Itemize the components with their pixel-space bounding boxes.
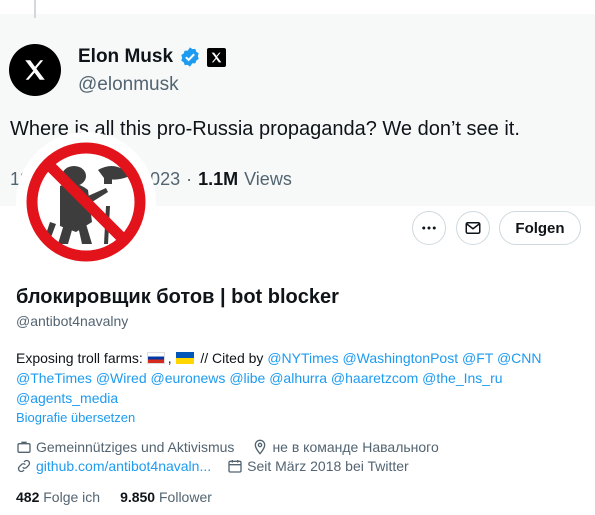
location-icon: [255, 439, 266, 455]
message-button[interactable]: [456, 211, 490, 245]
profile-category: Gemeinnütziges und Aktivismus: [36, 439, 235, 455]
mention-link[interactable]: @CNN: [497, 350, 542, 366]
link-icon: [17, 459, 31, 473]
profile-bio: Exposing troll farms: , // Cited by @NYT…: [16, 350, 542, 406]
russia-flag-icon: [146, 352, 165, 364]
calendar-icon: [228, 460, 242, 473]
bio-cited: // Cited by: [200, 350, 264, 366]
profile-joined: Seit März 2018 bei Twitter: [247, 458, 409, 474]
mention-link[interactable]: @haaretzcom: [331, 370, 418, 386]
mention-link[interactable]: @agents_media: [16, 390, 118, 406]
profile-info-row-1: Gemeinnütziges und Aktivismus не в коман…: [16, 439, 439, 455]
following-label: Folge ich: [43, 489, 101, 505]
followers-stat[interactable]: 9.850 Follower: [120, 489, 212, 505]
mention-link[interactable]: @the_Ins_ru: [422, 370, 502, 386]
mention-link[interactable]: @FT: [462, 350, 493, 366]
ukraine-flag-icon: [175, 352, 194, 364]
following-count: 482: [16, 489, 40, 505]
more-icon: [422, 226, 436, 230]
author-handle[interactable]: @elonmusk: [78, 74, 179, 96]
x-logo-icon: [25, 60, 45, 80]
separator: ·: [186, 169, 193, 189]
author-name-row: Elon Musk: [78, 46, 227, 68]
profile-handle: @antibot4navalny: [16, 313, 129, 329]
profile-location: не в команде Навального: [272, 439, 439, 455]
thread-line: [34, 0, 36, 18]
profile-info-row-2: github.com/antibot4navaln... Seit März 2…: [16, 458, 409, 474]
mention-link[interactable]: @NYTimes: [267, 350, 338, 366]
mention-link[interactable]: @alhurra: [269, 370, 327, 386]
author-avatar[interactable]: [9, 44, 61, 96]
no-troll-icon: [26, 142, 146, 262]
followers-count: 9.850: [120, 489, 156, 505]
follow-button[interactable]: Folgen: [499, 211, 581, 245]
profile-website[interactable]: github.com/antibot4navaln...: [36, 458, 211, 474]
views-count: 1.1M: [198, 169, 239, 189]
mail-icon: [465, 222, 481, 234]
more-button[interactable]: [412, 211, 446, 245]
followers-label: Follower: [159, 489, 212, 505]
mention-link[interactable]: @WashingtonPost: [342, 350, 458, 366]
following-stat[interactable]: 482 Folge ich: [16, 489, 100, 505]
mention-link[interactable]: @TheTimes: [16, 370, 92, 386]
bio-prefix: Exposing troll farms:: [16, 350, 143, 366]
profile-stats: 482 Folge ich 9.850 Follower: [16, 489, 212, 505]
briefcase-icon: [17, 441, 31, 453]
x-badge-icon: [207, 47, 227, 67]
profile-avatar[interactable]: [16, 132, 156, 272]
translate-bio-link[interactable]: Biografie übersetzen: [16, 410, 135, 425]
mention-link[interactable]: @Wired: [96, 370, 147, 386]
mention-link[interactable]: @libe: [229, 370, 265, 386]
profile-name: блокировщик ботов | bot blocker: [16, 286, 339, 308]
views-label: Views: [244, 169, 292, 189]
author-name[interactable]: Elon Musk: [78, 46, 173, 68]
verified-icon: [181, 47, 199, 67]
mention-link[interactable]: @euronews: [151, 370, 226, 386]
